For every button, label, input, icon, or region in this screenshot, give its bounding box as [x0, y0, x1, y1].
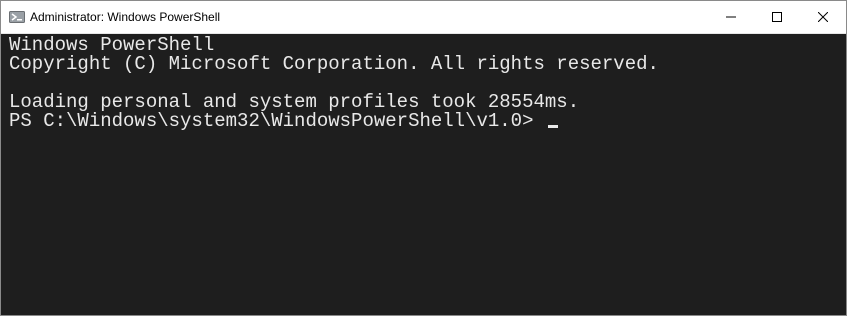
prompt-text: PS C:\Windows\system32\WindowsPowerShell… [9, 110, 545, 132]
close-icon [818, 12, 828, 22]
minimize-icon [726, 16, 736, 18]
vertical-scrollbar[interactable] [836, 34, 846, 315]
minimize-button[interactable] [708, 1, 754, 33]
powershell-icon[interactable] [9, 9, 25, 25]
prompt-line[interactable]: PS C:\Windows\system32\WindowsPowerShell… [9, 112, 846, 131]
text-cursor [547, 125, 558, 128]
console-line: Copyright (C) Microsoft Corporation. All… [9, 53, 659, 75]
maximize-icon [772, 12, 782, 22]
window-title: Administrator: Windows PowerShell [30, 10, 221, 24]
maximize-button[interactable] [754, 1, 800, 33]
title-bar[interactable]: Administrator: Windows PowerShell [1, 1, 846, 34]
close-button[interactable] [800, 1, 846, 33]
powershell-window: Administrator: Windows PowerShell Window… [0, 0, 847, 316]
window-controls [708, 1, 846, 33]
console-area[interactable]: Windows PowerShell Copyright (C) Microso… [1, 34, 846, 315]
